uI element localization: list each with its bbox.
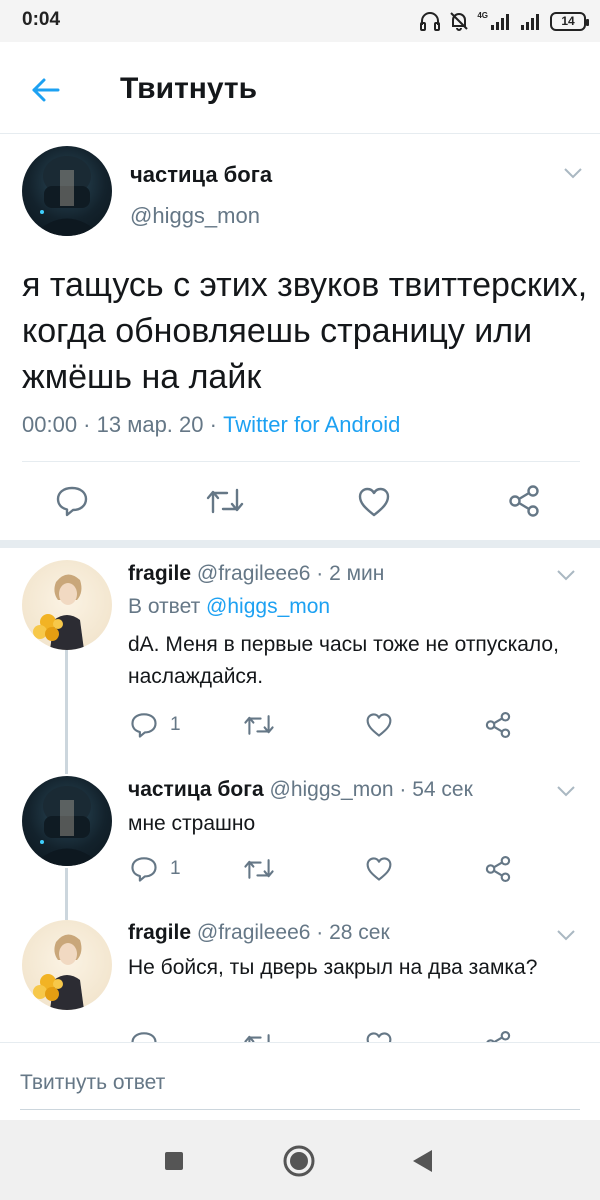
tweet-time: 00:00	[22, 412, 78, 437]
thread-line	[65, 650, 68, 774]
reply-author-handle[interactable]: @fragileee6	[197, 921, 311, 944]
compose-bar: Твитнуть ответ	[0, 1042, 600, 1120]
reply-to-label: В ответ	[128, 595, 207, 618]
signal-icon-2	[521, 14, 539, 30]
heart-icon	[366, 857, 392, 881]
reply-count: 1	[170, 858, 181, 879]
avatar[interactable]	[22, 560, 112, 650]
retweet-button[interactable]	[243, 713, 275, 737]
chevron-down-icon[interactable]	[555, 928, 577, 942]
meta-separator: ·	[77, 412, 97, 437]
avatar-image	[33, 574, 84, 650]
share-button[interactable]	[484, 855, 512, 883]
tweet-text: я тащусь с этих звуков твиттерских, когд…	[22, 266, 588, 396]
reply-author-handle[interactable]: @higgs_mon	[270, 778, 394, 801]
tweet-date: 13 мар. 20	[96, 412, 204, 437]
reply-time: · 54 сек	[393, 778, 473, 801]
reply-text: Не бойся, ты дверь закрыл на два замка?	[128, 956, 538, 979]
share-icon	[509, 485, 539, 517]
like-button[interactable]	[365, 712, 393, 738]
battery-icon: 14	[550, 11, 589, 31]
reply-button[interactable]	[55, 484, 89, 518]
meta-separator-2: ·	[203, 412, 224, 437]
chevron-down-icon[interactable]	[562, 166, 584, 180]
avatar-image	[33, 934, 84, 1010]
retweet-button[interactable]	[243, 857, 275, 881]
status-time: 0:04	[22, 9, 61, 30]
headphones-icon	[420, 12, 441, 31]
avatar[interactable]	[22, 920, 112, 1010]
avatar[interactable]	[22, 146, 112, 236]
thread-line	[65, 868, 68, 920]
tweet-meta: 00:00 · 13 мар. 20 · Twitter for Android	[22, 412, 400, 438]
share-icon	[485, 711, 511, 739]
back-nav-button[interactable]	[405, 1144, 439, 1178]
reply-author-name[interactable]: частица бога	[128, 778, 264, 801]
reply-header: частица бога @higgs_mon · 54 сек	[128, 778, 473, 802]
author-handle[interactable]: @higgs_mon	[130, 203, 260, 229]
reply-author-handle[interactable]: @fragileee6	[197, 562, 311, 585]
retweet-icon	[206, 488, 244, 514]
circle-icon	[283, 1145, 315, 1177]
reply-icon	[131, 857, 157, 882]
divider	[22, 461, 580, 462]
reply-author-name[interactable]: fragile	[128, 562, 191, 585]
reply-button[interactable]: 1	[130, 711, 181, 739]
notifications-off-icon	[450, 12, 469, 31]
system-navigation-bar	[0, 1120, 600, 1200]
reply-time: · 28 сек	[310, 921, 390, 944]
chevron-down-icon[interactable]	[555, 784, 577, 798]
retweet-icon	[244, 715, 274, 735]
top-bar: Твитнуть	[0, 42, 600, 134]
status-icons: 4G 14	[419, 8, 589, 34]
input-underline	[20, 1109, 580, 1110]
reply-author-name[interactable]: fragile	[128, 921, 191, 944]
arrow-left-icon	[32, 78, 60, 102]
chevron-down-icon[interactable]	[555, 568, 577, 582]
author-name[interactable]: частица бога	[130, 162, 272, 188]
status-bar: 0:04 4G 14	[0, 0, 600, 42]
reply-text: мне страшно	[128, 812, 256, 835]
reply-text: dA. Меня в первые часы тоже не отпускало…	[128, 633, 559, 688]
reply-header: fragile @fragileee6 · 2 мин	[128, 562, 384, 586]
reply-time: · 2 мин	[310, 562, 385, 585]
recents-button[interactable]	[157, 1144, 191, 1178]
heart-icon	[358, 487, 390, 517]
avatar[interactable]	[22, 776, 112, 866]
section-divider	[0, 540, 600, 548]
reply-to-line: В ответ @higgs_mon	[128, 595, 330, 619]
reply-button[interactable]: 1	[130, 855, 181, 883]
avatar-image	[32, 786, 102, 866]
page-title: Твитнуть	[120, 72, 258, 105]
like-button[interactable]	[365, 856, 393, 882]
reply-icon	[131, 713, 157, 738]
retweet-icon	[244, 859, 274, 879]
reply-icon	[56, 486, 88, 517]
like-button[interactable]	[357, 486, 391, 518]
triangle-left-icon	[413, 1150, 432, 1172]
signal-icon	[491, 14, 509, 30]
share-icon	[485, 855, 511, 883]
reply-header: fragile @fragileee6 · 28 сек	[128, 921, 390, 945]
back-button[interactable]	[26, 70, 66, 110]
reply-count: 1	[170, 714, 181, 735]
reply-input[interactable]: Твитнуть ответ	[20, 1071, 165, 1095]
tweet-source-link[interactable]: Twitter for Android	[223, 412, 400, 437]
retweet-button[interactable]	[205, 486, 245, 516]
share-button[interactable]	[507, 484, 541, 518]
share-button[interactable]	[484, 711, 512, 739]
square-icon	[165, 1152, 183, 1170]
reply-to-mention[interactable]: @higgs_mon	[206, 595, 330, 618]
heart-icon	[366, 713, 392, 737]
network-type: 4G	[477, 10, 488, 20]
avatar-image	[32, 156, 102, 236]
home-button[interactable]	[282, 1144, 316, 1178]
